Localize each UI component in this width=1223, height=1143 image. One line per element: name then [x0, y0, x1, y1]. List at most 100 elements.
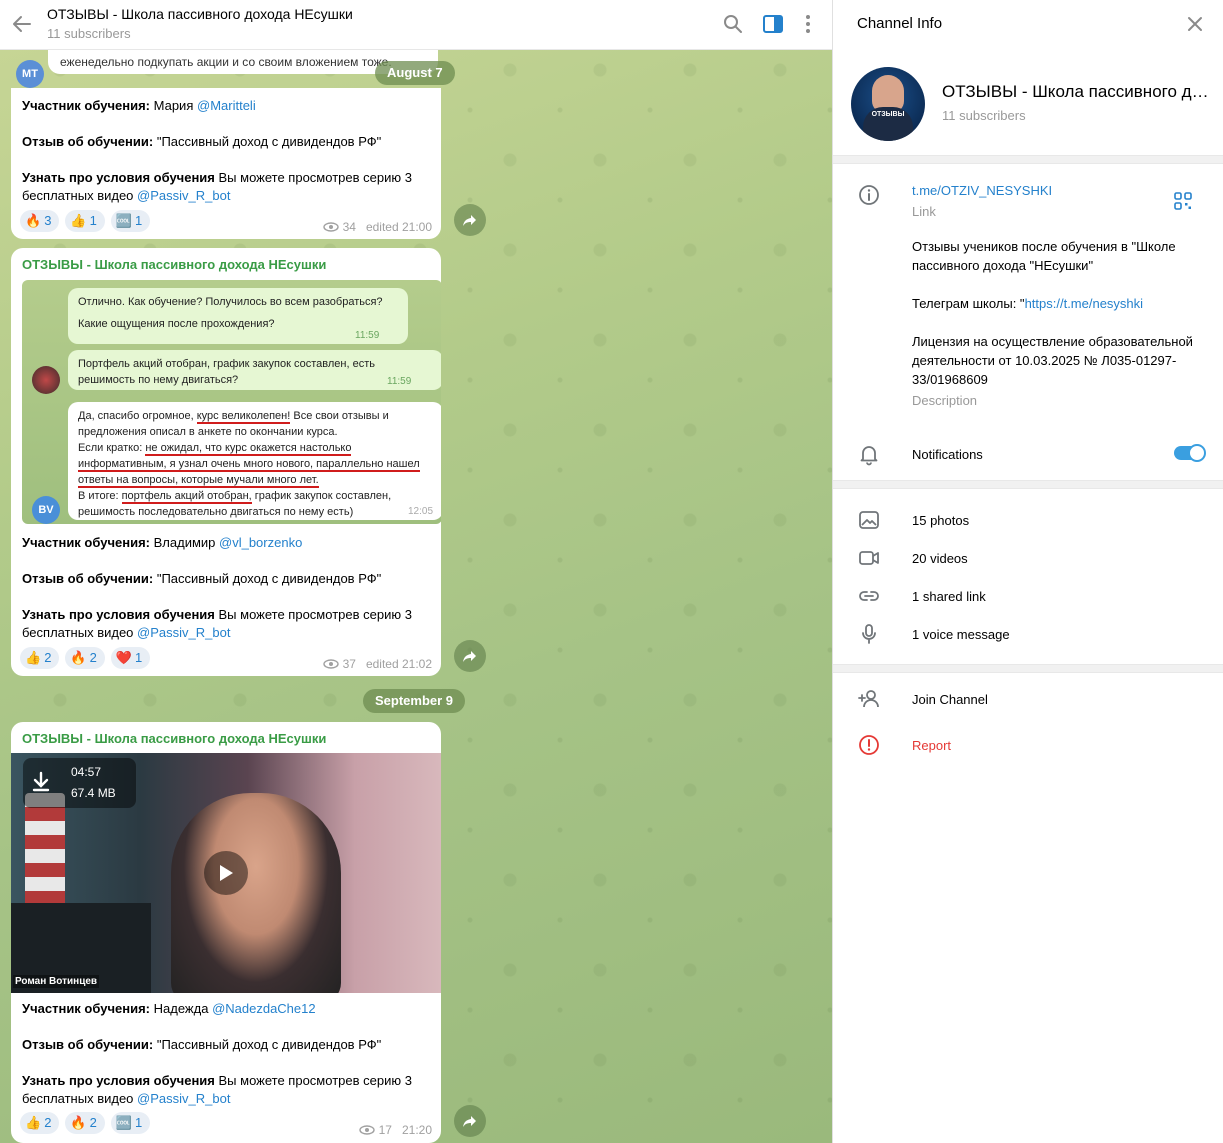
join-channel-button[interactable]: Join Channel	[912, 692, 988, 707]
school-telegram-link[interactable]: https://t.me/nesyshki	[1025, 296, 1144, 311]
participant-line: Участник обучения: Мария @Maritteli	[22, 98, 256, 113]
info-icon	[859, 185, 879, 205]
channel-description: Отзывы учеников после обучения в "Школе …	[912, 239, 1197, 387]
videos-icon	[859, 551, 879, 565]
more-menu-icon[interactable]	[796, 12, 820, 36]
views-eye-icon	[322, 659, 339, 669]
bot-link[interactable]: @Passiv_R_bot	[137, 625, 230, 640]
message-bubble[interactable]: ОТЗЫВЫ - Школа пассивного дохода НЕсушки…	[11, 722, 441, 1143]
section-divider	[833, 155, 1223, 164]
avatar-label: ОТЗЫВЫ	[871, 111, 905, 118]
review-line: Отзыв об обучении: "Пассивный доход с ди…	[22, 1037, 382, 1052]
message-meta: 37 edited 21:02	[322, 657, 432, 671]
share-button[interactable]	[454, 204, 486, 236]
participant-handle-link[interactable]: @Maritteli	[197, 98, 256, 113]
video-person	[171, 793, 341, 993]
review-line: Отзыв об обучении: "Пассивный доход с ди…	[22, 134, 382, 149]
participant-handle-link[interactable]: @NadezdaChe12	[212, 1001, 316, 1016]
screenshot-time: 11:59	[355, 330, 380, 341]
screenshot-avatar	[32, 366, 60, 394]
video-lighthouse-prop	[25, 793, 65, 903]
share-arrow-icon	[463, 215, 476, 226]
views-count: 37	[342, 657, 356, 671]
bell-icon	[860, 446, 878, 466]
play-button[interactable]	[204, 851, 248, 895]
screenshot-time: 11:59	[387, 376, 412, 387]
reaction-cool[interactable]: 🆒 1	[110, 1112, 151, 1134]
channel-avatar[interactable]: ОТЗЫВЫ	[851, 67, 925, 141]
reaction-cool[interactable]: 🆒 1	[110, 210, 151, 232]
date-separator: September 9	[363, 689, 466, 713]
message-bubble[interactable]: Участник обучения: Мария @Maritteli Отзы…	[11, 88, 441, 239]
reactions-bar: 👍 2 🔥 2 ❤️ 1	[20, 647, 151, 669]
reaction-fire[interactable]: 🔥 2	[65, 1112, 105, 1134]
views-eye-icon	[322, 222, 339, 232]
share-button[interactable]	[454, 1105, 486, 1137]
share-button[interactable]	[454, 640, 486, 672]
message-time: 21:20	[401, 1123, 432, 1137]
participant-handle-link[interactable]: @vl_borzenko	[219, 535, 302, 550]
message-sender[interactable]: ОТЗЫВЫ - Школа пассивного дохода НЕсушки	[22, 731, 326, 746]
video-size: 67.4 MB	[71, 786, 116, 800]
views-count: 34	[342, 220, 356, 234]
reaction-fire[interactable]: 🔥 3	[20, 210, 60, 232]
channel-info-panel: Channel Info ОТЗЫВЫ ОТЗЫВЫ - Школа пасси…	[832, 0, 1223, 1143]
date-separator: August 7	[375, 61, 455, 85]
notifications-label: Notifications	[912, 447, 983, 462]
telegram-window: ОТЗЫВЫ - Школа пассивного дохода НЕсушки…	[0, 0, 1223, 1143]
chat-subscribers: 11 subscribers	[47, 26, 131, 41]
reaction-fire[interactable]: 🔥 2	[65, 647, 105, 669]
participant-line: Участник обучения: Владимир @vl_borzenko	[22, 535, 303, 550]
section-divider	[833, 480, 1223, 489]
video-player[interactable]: 04:57 67.4 MB Роман Вотинцев	[11, 753, 441, 993]
screenshot-answer: Да, спасибо огромное, курс великолепен! …	[68, 402, 441, 520]
qr-code-icon[interactable]	[1173, 191, 1193, 211]
report-icon	[859, 735, 879, 755]
voice-messages-count[interactable]: 1 voice message	[912, 627, 1010, 642]
reaction-thumbs-up[interactable]: 👍 2	[20, 1112, 60, 1134]
views-count: 17	[378, 1123, 392, 1137]
chat-title[interactable]: ОТЗЫВЫ - Школа пассивного дохода НЕсушки	[47, 6, 353, 22]
learn-line: Узнать про условия обучения Вы можете пр…	[22, 607, 412, 640]
channel-link[interactable]: t.me/OTZIV_NESYSHKI	[912, 183, 1052, 198]
message-time: edited 21:00	[365, 220, 432, 234]
chat-area[interactable]: ОТЗЫВЫ - Школа пассивного дохода НЕсушки…	[0, 0, 832, 1143]
video-duration: 04:57	[71, 765, 102, 779]
shared-links-count[interactable]: 1 shared link	[912, 589, 986, 604]
learn-line: Узнать про условия обучения Вы можете пр…	[22, 1073, 412, 1106]
channel-name: ОТЗЫВЫ - Школа пассивного дохода НЕсушки	[942, 82, 1210, 101]
screenshot-question-2: Портфель акций отобран, график закупок с…	[68, 350, 441, 390]
message-meta: 17 21:20	[358, 1123, 432, 1137]
share-arrow-icon	[463, 651, 476, 662]
photos-count[interactable]: 15 photos	[912, 513, 969, 528]
add-user-icon	[858, 690, 879, 708]
video-caption: Роман Вотинцев	[13, 975, 100, 988]
learn-line: Узнать про условия обучения Вы можете пр…	[22, 170, 412, 203]
review-screenshot-image[interactable]: Отлично. Как обучение? Получилось во все…	[22, 280, 441, 524]
back-arrow-icon[interactable]	[10, 12, 34, 36]
avatar[interactable]: MT	[16, 60, 44, 88]
play-icon	[220, 865, 233, 881]
link-label: Link	[912, 204, 936, 219]
screenshot-avatar-bv: BV	[32, 496, 60, 524]
download-icon[interactable]	[31, 771, 51, 793]
close-icon[interactable]	[1185, 14, 1205, 34]
reaction-thumbs-up[interactable]: 👍 1	[65, 210, 105, 232]
notifications-toggle[interactable]	[1174, 444, 1206, 462]
bot-link[interactable]: @Passiv_R_bot	[137, 188, 230, 203]
reaction-heart[interactable]: ❤️ 1	[110, 647, 151, 669]
chat-header: ОТЗЫВЫ - Школа пассивного дохода НЕсушки…	[0, 0, 832, 50]
search-icon[interactable]	[721, 12, 745, 36]
reaction-thumbs-up[interactable]: 👍 2	[20, 647, 60, 669]
sidebar-toggle-icon[interactable]	[761, 12, 785, 36]
views-eye-icon	[358, 1125, 375, 1135]
channel-subscribers: 11 subscribers	[942, 108, 1026, 123]
review-line: Отзыв об обучении: "Пассивный доход с ди…	[22, 571, 382, 586]
bot-link[interactable]: @Passiv_R_bot	[137, 1091, 230, 1106]
share-arrow-icon	[463, 1116, 476, 1127]
videos-count[interactable]: 20 videos	[912, 551, 968, 566]
panel-title: Channel Info	[857, 15, 943, 32]
report-button[interactable]: Report	[912, 738, 951, 753]
description-label: Description	[912, 393, 978, 408]
message-meta: 34 edited 21:00	[322, 220, 432, 234]
